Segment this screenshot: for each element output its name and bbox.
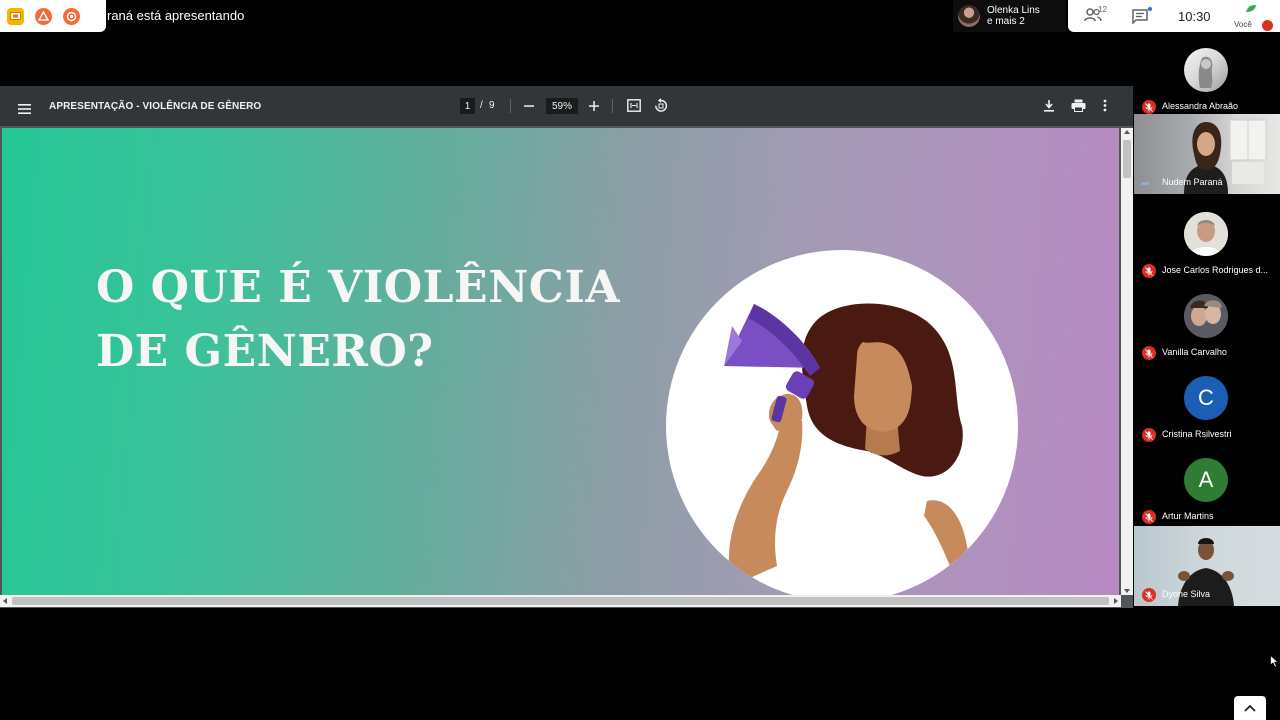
meeting-controls: 12 10:30 Você bbox=[1068, 0, 1280, 32]
chat-icon[interactable] bbox=[1132, 9, 1148, 29]
warning-extension-icon[interactable] bbox=[35, 7, 52, 25]
extensions-box bbox=[0, 0, 106, 32]
mouse-cursor-icon bbox=[1270, 654, 1279, 673]
participant-name: Cristina Rsilvestri bbox=[1162, 429, 1232, 439]
clock-time: 10:30 bbox=[1178, 9, 1211, 24]
record-extension-icon[interactable] bbox=[63, 7, 80, 25]
scroll-right-icon[interactable] bbox=[1114, 598, 1118, 604]
mic-off-icon bbox=[1142, 100, 1156, 114]
pdf-viewer: APRESENTAÇÃO - VIOLÊNCIA DE GÊNERO 1 / 9… bbox=[0, 86, 1133, 608]
self-view-button[interactable]: Você bbox=[1234, 2, 1274, 31]
zoom-input[interactable]: 59% bbox=[546, 98, 578, 114]
mic-off-icon bbox=[1142, 588, 1156, 602]
slide-title-line-2: DE GÊNERO? bbox=[96, 326, 434, 377]
expand-controls-button[interactable] bbox=[1234, 696, 1266, 720]
slide-title-line-1: O QUE É VIOLÊNCIA bbox=[96, 262, 621, 313]
mic-off-icon bbox=[1142, 264, 1156, 278]
hamburger-icon[interactable] bbox=[18, 101, 31, 119]
chat-notification-dot bbox=[1148, 7, 1152, 11]
participant-name: Vanilla Carvalho bbox=[1162, 347, 1227, 357]
participant-tile[interactable]: A Artur Martins bbox=[1134, 448, 1280, 528]
zoom-in-icon[interactable] bbox=[588, 99, 600, 117]
participant-name: Artur Martins bbox=[1162, 511, 1214, 521]
mic-off-icon bbox=[1142, 510, 1156, 524]
presentation-extension-icon[interactable] bbox=[7, 7, 24, 25]
horizontal-scrollbar[interactable] bbox=[0, 595, 1121, 607]
more-vert-icon[interactable] bbox=[1103, 99, 1107, 117]
slide-title: O QUE É VIOLÊNCIA DE GÊNERO? bbox=[96, 256, 656, 384]
pill-name: Olenka Lins bbox=[987, 5, 1040, 16]
participant-tile[interactable]: Vanilla Carvalho bbox=[1134, 284, 1280, 364]
participants-pill[interactable]: Olenka Lins e mais 2 bbox=[953, 0, 1066, 32]
mic-off-icon bbox=[1142, 428, 1156, 442]
avatar bbox=[1184, 48, 1228, 92]
fit-page-icon[interactable] bbox=[627, 99, 641, 117]
woman-megaphone-illustration bbox=[666, 250, 1018, 595]
participant-tile[interactable]: Jose Carlos Rodrigues d... bbox=[1134, 202, 1280, 282]
participant-tile[interactable]: Dyone Silva bbox=[1134, 526, 1280, 606]
scroll-down-icon[interactable] bbox=[1124, 589, 1130, 593]
pill-more: e mais 2 bbox=[987, 16, 1025, 27]
participant-tile[interactable]: ••• Nudem Paraná bbox=[1134, 114, 1280, 194]
vertical-scroll-thumb[interactable] bbox=[1123, 140, 1131, 178]
top-bar: raná está apresentando Olenka Lins e mai… bbox=[0, 0, 1280, 32]
download-icon[interactable] bbox=[1043, 99, 1055, 117]
scroll-up-icon[interactable] bbox=[1124, 130, 1130, 134]
scroll-left-icon[interactable] bbox=[3, 598, 7, 604]
participant-tile[interactable]: Alessandra Abraão bbox=[1134, 38, 1280, 118]
people-count-badge: 12 bbox=[1098, 5, 1107, 14]
chevron-up-icon bbox=[1244, 704, 1256, 712]
self-label: Você bbox=[1234, 20, 1252, 29]
audio-activity-icon: ••• bbox=[1141, 179, 1149, 190]
avatar bbox=[958, 5, 980, 27]
print-icon[interactable] bbox=[1071, 99, 1086, 117]
avatar-initial: A bbox=[1184, 458, 1228, 502]
horizontal-scroll-thumb[interactable] bbox=[12, 597, 1109, 605]
vertical-scrollbar[interactable] bbox=[1121, 128, 1133, 595]
toolbar-divider bbox=[510, 99, 511, 113]
avatar-initial: C bbox=[1184, 376, 1228, 420]
rotate-icon[interactable] bbox=[654, 98, 668, 118]
participant-name: Alessandra Abraão bbox=[1162, 101, 1239, 111]
avatar bbox=[1184, 212, 1228, 256]
toolbar-divider bbox=[612, 99, 613, 113]
slide-page: O QUE É VIOLÊNCIA DE GÊNERO? bbox=[2, 128, 1119, 595]
participant-name: Nudem Paraná bbox=[1162, 177, 1223, 187]
page-separator: / bbox=[480, 100, 483, 111]
document-title: APRESENTAÇÃO - VIOLÊNCIA DE GÊNERO bbox=[49, 101, 262, 112]
participant-name: Jose Carlos Rodrigues d... bbox=[1162, 265, 1269, 275]
participant-name: Dyone Silva bbox=[1162, 589, 1211, 599]
brand-logo-icon bbox=[1246, 5, 1256, 12]
mic-off-icon bbox=[1262, 20, 1273, 31]
page-number-input[interactable]: 1 bbox=[460, 98, 475, 114]
participant-panel: Alessandra Abraão ••• Nudem Paraná Jose … bbox=[1134, 32, 1280, 606]
participant-tile[interactable]: C Cristina Rsilvestri bbox=[1134, 366, 1280, 446]
pdf-toolbar: APRESENTAÇÃO - VIOLÊNCIA DE GÊNERO 1 / 9… bbox=[0, 86, 1133, 126]
avatar bbox=[1184, 294, 1228, 338]
mic-off-icon bbox=[1142, 346, 1156, 360]
page-total: 9 bbox=[489, 100, 495, 111]
zoom-out-icon[interactable] bbox=[523, 99, 535, 117]
presenting-status: raná está apresentando bbox=[107, 8, 245, 23]
